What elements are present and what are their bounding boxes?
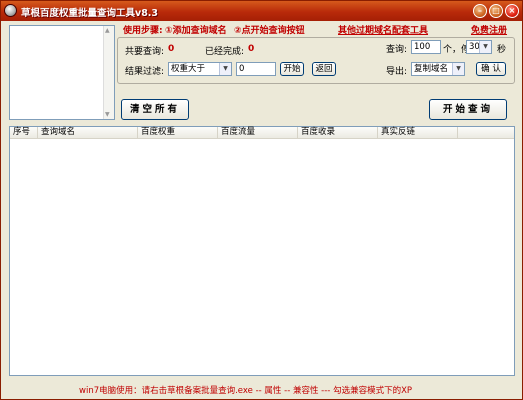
done-value: 0 (248, 44, 255, 54)
start-query-button[interactable]: 开始查询 (429, 99, 507, 120)
pause-seconds-select[interactable]: 30 ▼ (466, 40, 492, 54)
seconds-unit-label: 秒 (497, 45, 507, 55)
filter-type-select[interactable]: 权重大于 ▼ (168, 62, 232, 76)
column-header-index[interactable]: 序号 (10, 127, 38, 138)
close-icon[interactable]: × (505, 4, 519, 18)
export-type-select[interactable]: 复制域名 ▼ (411, 62, 465, 76)
filter-type-value: 权重大于 (171, 64, 206, 74)
maximize-icon[interactable]: □ (489, 4, 503, 18)
total-value: 0 (168, 44, 175, 54)
filter-start-button[interactable]: 开始 (280, 62, 304, 76)
export-confirm-button[interactable]: 确 认 (476, 62, 506, 76)
query-label: 查询: (386, 45, 408, 55)
step-1: ①添加查询域名 (165, 26, 227, 36)
column-header-baidu-indexed[interactable]: 百度收录 (298, 127, 378, 138)
minimize-icon[interactable]: – (473, 4, 487, 18)
column-header-real-backlinks[interactable]: 真实反链 (378, 127, 458, 138)
expired-domain-tools-link[interactable]: 其他过期域名配套工具 (338, 23, 428, 36)
title-bar[interactable]: 草根百度权重批量查询工具v8.3 – □ × (1, 1, 522, 21)
chevron-down-icon[interactable]: ▼ (219, 63, 231, 75)
scroll-up-icon[interactable]: ▲ (105, 27, 110, 34)
domain-input-list[interactable]: ▲ ▼ (9, 25, 115, 120)
column-header-baidu-weight[interactable]: 百度权重 (138, 127, 218, 138)
scroll-down-icon[interactable]: ▼ (105, 111, 110, 118)
chevron-down-icon[interactable]: ▼ (452, 63, 464, 75)
column-header-domain[interactable]: 查询域名 (38, 127, 138, 138)
free-register-link[interactable]: 免费注册 (471, 23, 507, 36)
domain-list-scrollbar[interactable]: ▲ ▼ (103, 26, 114, 119)
steps-label: 使用步骤: (123, 26, 163, 36)
step-2: ②点开始查询按钮 (234, 26, 305, 36)
window-title: 草根百度权重批量查询工具v8.3 (21, 8, 159, 19)
filter-value-input[interactable]: 0 (236, 62, 276, 76)
app-window: 草根百度权重批量查询工具v8.3 – □ × ▲ ▼ 使用步骤: ①添加查询域名… (0, 0, 523, 400)
compatibility-note: win7电脑使用：请右击草根备案批量查询.exe -- 属性 -- 兼容性 --… (79, 386, 413, 396)
column-header-baidu-traffic[interactable]: 百度流量 (218, 127, 298, 138)
done-label: 已经完成: (205, 47, 245, 57)
chevron-down-icon[interactable]: ▼ (479, 41, 491, 53)
export-type-value: 复制域名 (414, 64, 449, 74)
app-icon (4, 4, 17, 17)
filter-back-button[interactable]: 返回 (312, 62, 336, 76)
results-table[interactable]: 序号 查询域名 百度权重 百度流量 百度收录 真实反链 (9, 126, 515, 376)
query-settings-group: 共要查询: 0 已经完成: 0 查询: 100 个，停 30 ▼ 秒 结果过滤:… (117, 37, 515, 84)
export-label: 导出: (386, 67, 408, 77)
total-label: 共要查询: (125, 47, 165, 57)
clear-all-button[interactable]: 清空所有 (121, 99, 189, 120)
filter-label: 结果过滤: (125, 67, 165, 77)
query-count-input[interactable]: 100 (411, 40, 441, 54)
results-table-header: 序号 查询域名 百度权重 百度流量 百度收录 真实反链 (10, 127, 514, 139)
